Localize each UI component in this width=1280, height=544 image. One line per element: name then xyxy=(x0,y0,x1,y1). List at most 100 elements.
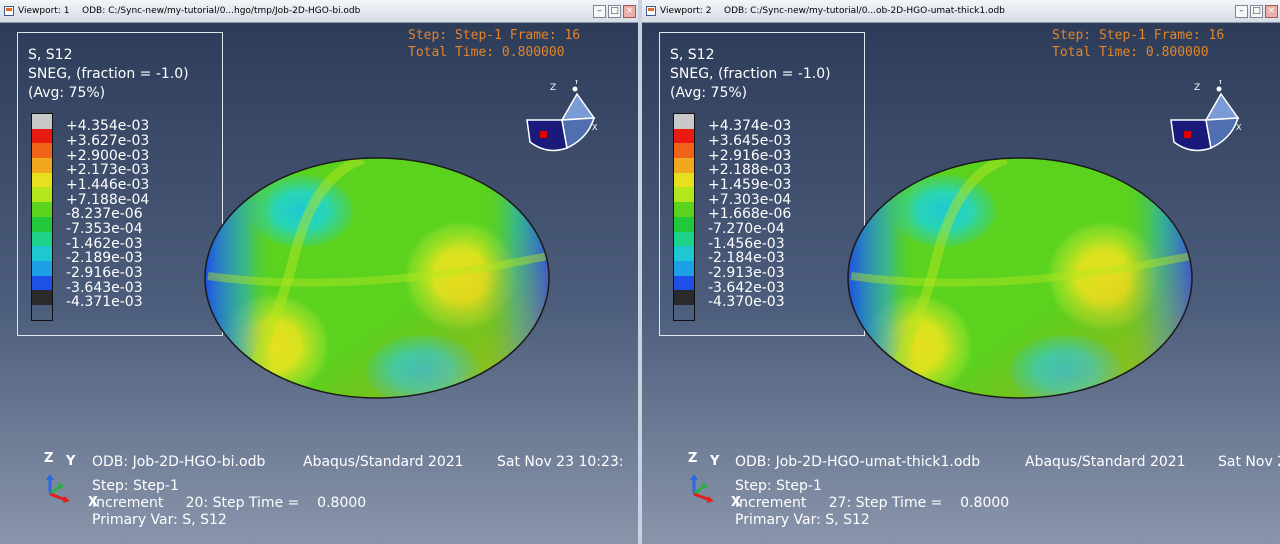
colorbar-swatch xyxy=(674,114,694,129)
colorbar-swatch xyxy=(674,172,694,188)
legend-value: -2.916e-03 xyxy=(66,265,143,281)
viewport-2[interactable]: Viewport: 2 ODB: C:/Sync-new/my-tutorial… xyxy=(642,0,1280,544)
colorbar-swatch xyxy=(674,231,694,247)
axis-label-z: Z xyxy=(688,451,698,466)
footer-solver: Abaqus/Standard 2021 xyxy=(1025,454,1186,470)
maximize-button[interactable]: □ xyxy=(608,5,621,18)
viewport-1[interactable]: Viewport: 1 ODB: C:/Sync-new/my-tutorial… xyxy=(0,0,638,544)
legend-subtitle: SNEG, (fraction = -1.0) xyxy=(28,66,189,82)
step-frame-label: Step: Step-1 Frame: 16 xyxy=(408,28,581,43)
legend-value: +2.900e-03 xyxy=(66,148,150,164)
legend-value: +2.173e-03 xyxy=(66,162,150,178)
legend-value: +1.668e-06 xyxy=(708,206,792,222)
footer-step: Step: Step-1 xyxy=(735,478,822,494)
viewport-titlebar[interactable]: Viewport: 2 ODB: C:/Sync-new/my-tutorial… xyxy=(642,0,1280,23)
colorbar-swatch xyxy=(674,202,694,217)
viewport-titlebar[interactable]: Viewport: 1 ODB: C:/Sync-new/my-tutorial… xyxy=(0,0,638,23)
colorbar-swatch xyxy=(32,158,52,173)
viewport-icon xyxy=(4,6,14,16)
legend-value: +4.374e-03 xyxy=(708,118,792,134)
maximize-button[interactable]: □ xyxy=(1250,5,1263,18)
legend-averaging: (Avg: 75%) xyxy=(670,85,748,101)
view-orientation-triad-icon[interactable]: Z Y X xyxy=(1166,80,1246,160)
colorbar-swatch xyxy=(674,187,694,203)
minimize-button[interactable]: – xyxy=(593,5,606,18)
colorbar-swatch xyxy=(32,275,52,291)
legend-value: -1.456e-03 xyxy=(708,236,785,252)
legend-value: +7.188e-04 xyxy=(66,192,150,208)
legend-value: +7.303e-04 xyxy=(708,192,792,208)
footer-step: Step: Step-1 xyxy=(92,478,179,494)
colorbar-swatch xyxy=(32,114,52,129)
legend-value: +1.446e-03 xyxy=(66,177,150,193)
legend-value: -2.913e-03 xyxy=(708,265,785,281)
svg-text:Z: Z xyxy=(550,83,556,93)
colorbar-swatch xyxy=(674,158,694,173)
svg-text:X: X xyxy=(592,123,598,132)
colorbar-swatch xyxy=(674,143,694,159)
footer-date: Sat Nov 23 10:23: xyxy=(497,454,624,470)
colorbar-swatch xyxy=(674,246,694,261)
legend-value: +3.627e-03 xyxy=(66,133,150,149)
viewport-canvas[interactable]: S, S12 SNEG, (fraction = -1.0) (Avg: 75%… xyxy=(642,23,1280,544)
odb-path: ODB: C:/Sync-new/my-tutorial/0...ob-2D-H… xyxy=(724,6,1005,16)
footer-odb: ODB: Job-2D-HGO-bi.odb xyxy=(92,454,266,470)
svg-text:Y: Y xyxy=(573,80,579,86)
svg-text:Y: Y xyxy=(1217,80,1223,86)
footer-primary-var: Primary Var: S, S12 xyxy=(735,512,870,528)
colorbar-swatch xyxy=(32,202,52,217)
legend-value: +2.188e-03 xyxy=(708,162,792,178)
view-orientation-triad-icon[interactable]: Z Y X xyxy=(522,80,602,160)
odb-path: ODB: C:/Sync-new/my-tutorial/0...hgo/tmp… xyxy=(82,6,361,16)
viewport-title: Viewport: 2 xyxy=(660,6,712,16)
colorbar xyxy=(673,113,695,321)
colorbar-swatch xyxy=(32,231,52,247)
colorbar-swatch xyxy=(32,260,52,276)
legend-value: -3.643e-03 xyxy=(66,280,143,296)
legend-value: +1.459e-03 xyxy=(708,177,792,193)
colorbar-swatch xyxy=(32,172,52,188)
legend-value: -2.184e-03 xyxy=(708,250,785,266)
stress-contour-model[interactable] xyxy=(846,156,1196,401)
legend-value: -1.462e-03 xyxy=(66,236,143,252)
colorbar-swatch xyxy=(32,143,52,159)
colorbar-swatch xyxy=(32,216,52,232)
legend-title: S, S12 xyxy=(28,47,73,63)
svg-text:X: X xyxy=(1236,123,1242,132)
footer-date: Sat Nov 23 10:23: xyxy=(1218,454,1280,470)
viewport-icon xyxy=(646,6,656,16)
footer-odb: ODB: Job-2D-HGO-umat-thick1.odb xyxy=(735,454,981,470)
legend-subtitle: SNEG, (fraction = -1.0) xyxy=(670,66,831,82)
colorbar-swatch xyxy=(674,216,694,232)
colorbar-swatch xyxy=(674,260,694,276)
footer-solver: Abaqus/Standard 2021 xyxy=(303,454,464,470)
viewport-title: Viewport: 1 xyxy=(18,6,70,16)
svg-text:Z: Z xyxy=(1194,83,1200,93)
minimize-button[interactable]: – xyxy=(1235,5,1248,18)
legend-value: -2.189e-03 xyxy=(66,250,143,266)
total-time-label: Total Time: 0.800000 xyxy=(408,45,565,60)
total-time-label: Total Time: 0.800000 xyxy=(1052,45,1209,60)
axis-label-z: Z xyxy=(44,451,54,466)
colorbar-swatch xyxy=(674,275,694,291)
axis-label-y: Y xyxy=(66,454,76,469)
legend-value: +2.916e-03 xyxy=(708,148,792,164)
stress-contour-model[interactable] xyxy=(203,156,553,401)
colorbar-swatch xyxy=(32,128,52,144)
viewport-canvas[interactable]: S, S12 SNEG, (fraction = -1.0) (Avg: 75%… xyxy=(0,23,638,544)
step-frame-label: Step: Step-1 Frame: 16 xyxy=(1052,28,1225,43)
legend-value: -4.371e-03 xyxy=(66,294,143,310)
colorbar xyxy=(31,113,53,321)
close-button[interactable]: × xyxy=(1265,5,1278,18)
footer-primary-var: Primary Var: S, S12 xyxy=(92,512,227,528)
legend-value: -7.270e-04 xyxy=(708,221,785,237)
colorbar-swatch xyxy=(32,290,52,305)
close-button[interactable]: × xyxy=(623,5,636,18)
axis-label-y: Y xyxy=(710,454,720,469)
footer-increment: Increment 20: Step Time = 0.8000 xyxy=(92,495,367,511)
legend-title: S, S12 xyxy=(670,47,715,63)
colorbar-swatch xyxy=(674,128,694,144)
legend-value: -4.370e-03 xyxy=(708,294,785,310)
legend-averaging: (Avg: 75%) xyxy=(28,85,106,101)
footer-increment: Increment 27: Step Time = 0.8000 xyxy=(735,495,1010,511)
